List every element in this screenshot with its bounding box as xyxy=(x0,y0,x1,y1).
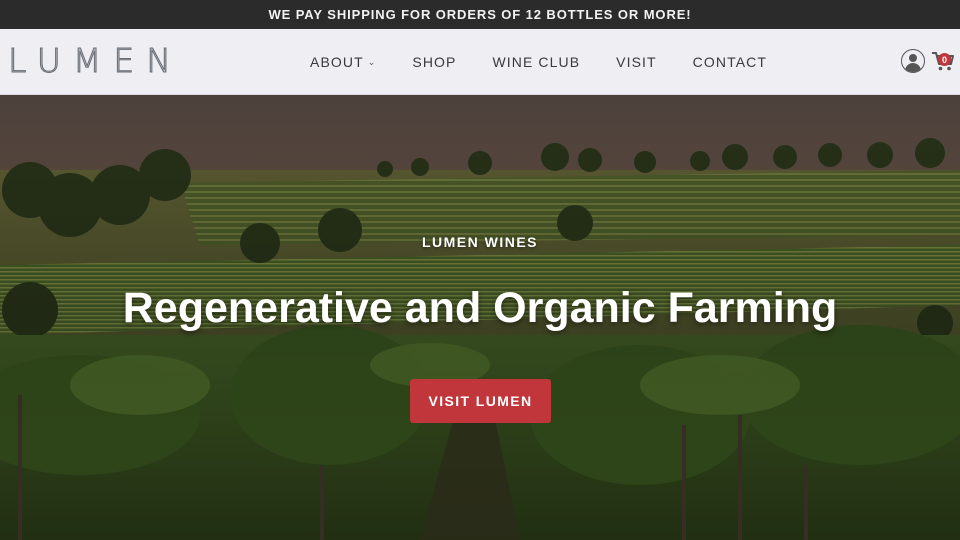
site-header: LUMEN ABOUT ⌄ SHOP WINE CLUB VISIT CONTA… xyxy=(0,29,960,95)
nav-item-about[interactable]: ABOUT ⌄ xyxy=(310,54,376,70)
cart-count-badge: 0 xyxy=(938,53,951,66)
nav-item-visit[interactable]: VISIT xyxy=(616,54,657,70)
nav-item-about-label: ABOUT xyxy=(310,54,364,70)
announcement-text: WE PAY SHIPPING FOR ORDERS OF 12 BOTTLES… xyxy=(268,7,692,22)
chevron-down-icon: ⌄ xyxy=(367,56,377,67)
site-logo[interactable]: LUMEN xyxy=(8,42,183,79)
nav-item-wine-club[interactable]: WINE CLUB xyxy=(492,54,580,70)
hero-section: LUMEN WINES Regenerative and Organic Far… xyxy=(0,95,960,540)
nav-item-contact[interactable]: CONTACT xyxy=(693,54,767,70)
visit-lumen-button[interactable]: VISIT LUMEN xyxy=(410,379,551,423)
hero-title: Regenerative and Organic Farming xyxy=(122,284,838,332)
nav-item-shop[interactable]: SHOP xyxy=(412,54,456,70)
hero-eyebrow: LUMEN WINES xyxy=(421,234,539,250)
user-icon[interactable] xyxy=(901,49,925,73)
announcement-bar: WE PAY SHIPPING FOR ORDERS OF 12 BOTTLES… xyxy=(0,0,960,29)
main-nav: ABOUT ⌄ SHOP WINE CLUB VISIT CONTACT xyxy=(310,29,803,95)
